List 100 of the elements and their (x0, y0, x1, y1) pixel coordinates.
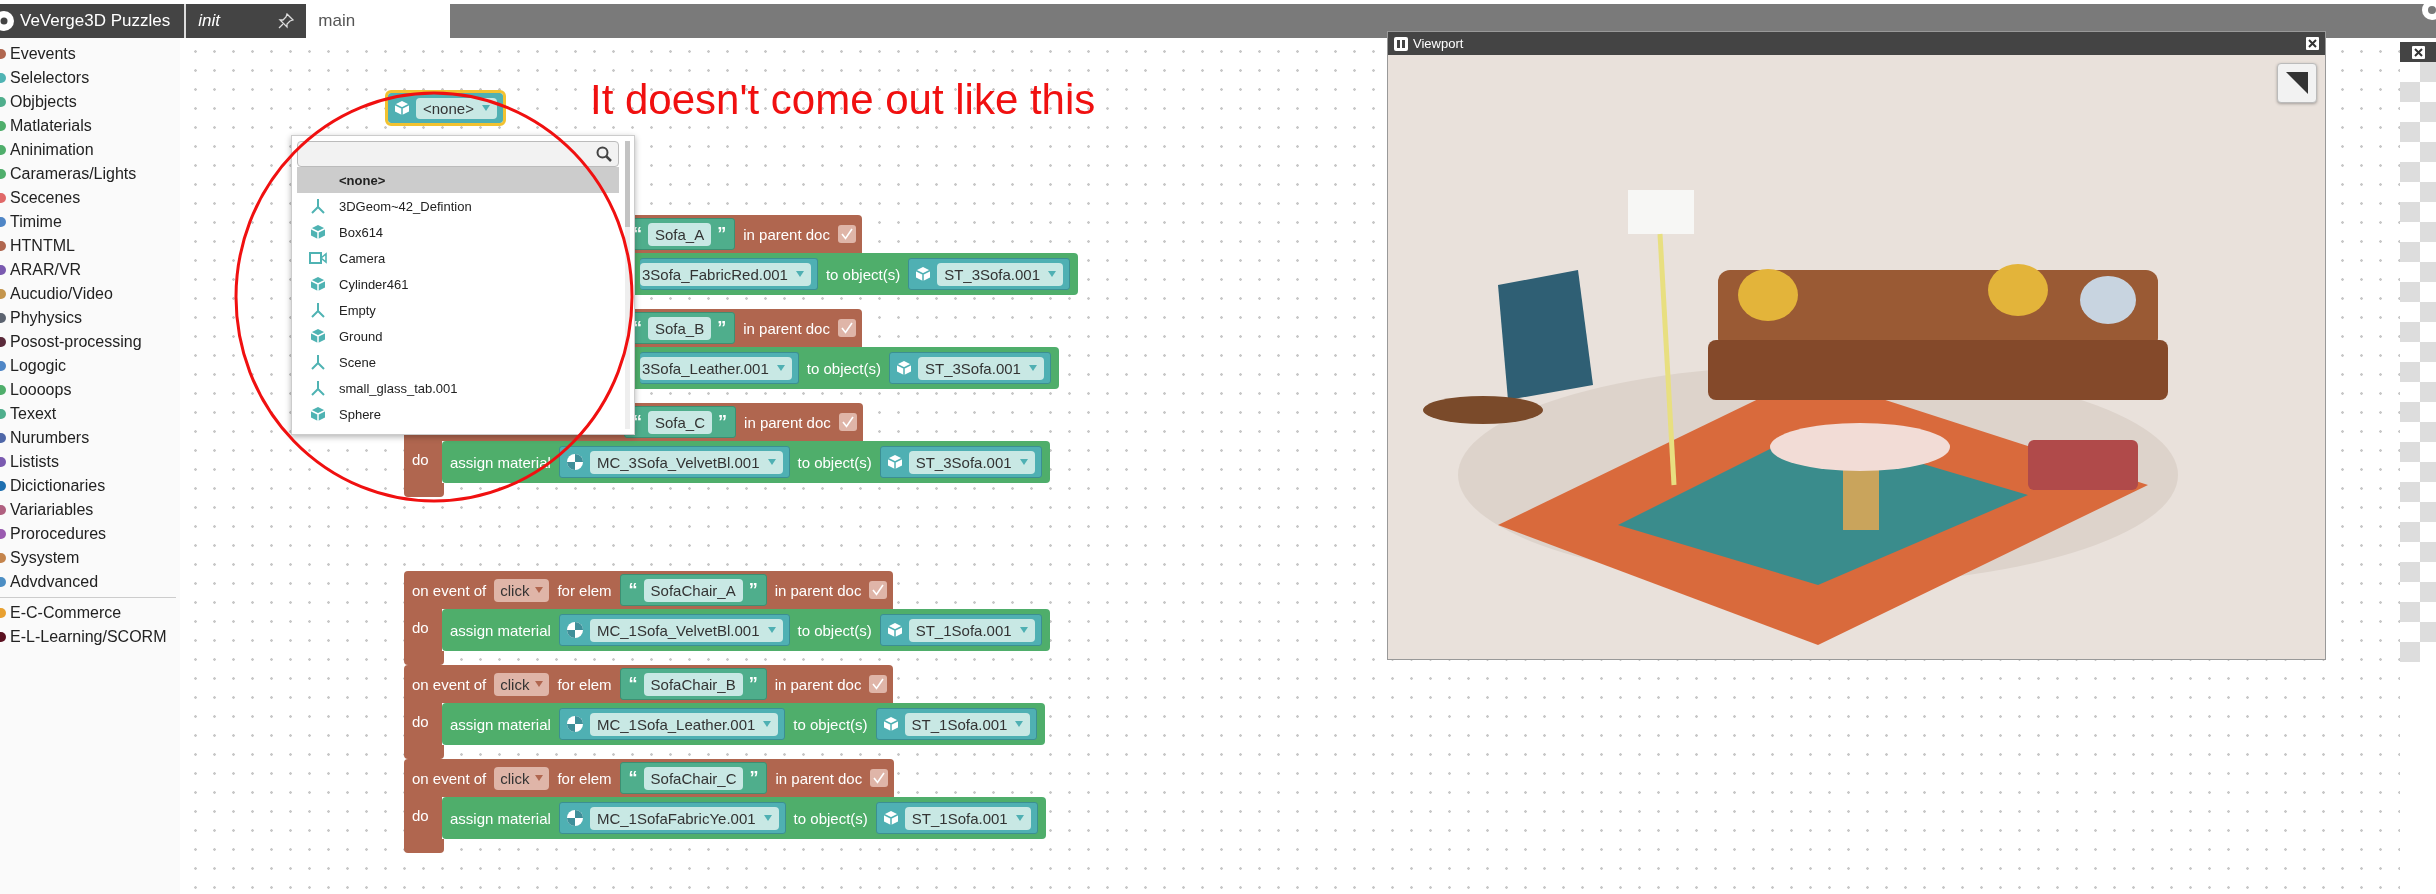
cube-icon (915, 266, 932, 282)
close-icon (2306, 37, 2319, 50)
category-item[interactable]: Logogic (10, 357, 67, 375)
quote-mark: “ (628, 673, 638, 695)
dropdown-item[interactable]: Cylinder461 (297, 271, 619, 297)
tab[interactable]: main (306, 4, 451, 38)
axis-icon (310, 354, 326, 370)
material-dropdown[interactable]: 3Sofa_Leather.001 (640, 356, 792, 380)
category-item[interactable]: Phyhysics (10, 309, 83, 327)
block-label: for elem (557, 675, 612, 693)
category-item[interactable]: Objbjects (10, 93, 77, 111)
object-dropdown[interactable]: ST_3Sofa.001 (937, 262, 1064, 286)
checkbox[interactable] (838, 413, 857, 431)
category-item[interactable]: Carameras/Lights (10, 165, 137, 183)
category-item[interactable]: ARAR/VR (10, 261, 82, 279)
dropdown-item[interactable]: Sphere (297, 401, 619, 427)
text-field[interactable]: SofaChair_C (643, 766, 744, 790)
object-dropdown[interactable]: ST_1Sofa.001 (904, 712, 1031, 736)
checkbox[interactable] (870, 769, 889, 787)
category-item[interactable]: Selelectors (10, 69, 90, 87)
material-ball-icon (565, 621, 584, 639)
check-icon (873, 772, 886, 784)
cube-icon (886, 454, 903, 470)
caret-icon (535, 681, 544, 687)
block-label: in parent doc (743, 225, 830, 243)
event-dropdown[interactable]: click (494, 672, 550, 696)
category-item[interactable]: Aninimation (10, 141, 94, 159)
material-ball-icon (565, 809, 584, 827)
category-item[interactable]: E-L-Learning/SCORM (10, 628, 167, 646)
material-dropdown[interactable]: MC_1Sofa_Leather.001 (589, 712, 779, 736)
category-item[interactable]: Evevents (10, 45, 76, 63)
category-item[interactable]: Advdvanced (10, 573, 99, 591)
category-item[interactable]: Texext (10, 405, 57, 423)
pause-icon (1394, 36, 1408, 51)
dropdown-item[interactable]: Camera (297, 245, 619, 271)
dropdown-item[interactable]: Empty (297, 297, 619, 323)
material-dropdown[interactable]: MC_1SofaFabricYe.001 (589, 806, 779, 830)
object-dropdown[interactable]: ST_3Sofa.001 (918, 356, 1044, 380)
block-label: for elem (557, 769, 612, 787)
text-field[interactable]: Sofa_C (648, 410, 713, 434)
block-label: in parent doc (775, 769, 863, 787)
object-dropdown[interactable]: ST_1Sofa.001 (908, 618, 1035, 642)
category-item[interactable]: Sysystem (10, 549, 80, 567)
close-icon (2411, 45, 2425, 59)
dropdown-item[interactable]: small_glass_tab.001 (297, 375, 619, 401)
block-label: assign material (450, 715, 551, 733)
block-label: assign material (450, 809, 551, 827)
category-item[interactable]: Prorocedures (10, 525, 107, 543)
tab[interactable]: init (186, 4, 307, 38)
search-field[interactable] (297, 141, 619, 167)
caret-icon (763, 815, 772, 821)
fullscreen-button[interactable] (2277, 63, 2317, 103)
material-dropdown[interactable]: MC_1Sofa_VelvetBl.001 (589, 618, 783, 642)
app-title: VeVerge3D Puzzles (20, 11, 171, 31)
event-dropdown[interactable]: click (494, 766, 550, 790)
category-item[interactable]: Loooops (10, 381, 72, 399)
camera-icon (309, 251, 327, 265)
category-item[interactable]: Scecenes (10, 189, 81, 207)
check-icon (872, 584, 885, 596)
text-field[interactable]: SofaChair_A (643, 578, 743, 602)
block-label: in parent doc (743, 319, 830, 337)
category-item[interactable]: Posost-processing (10, 333, 142, 351)
text-field[interactable]: SofaChair_B (643, 672, 743, 696)
cube-icon (310, 276, 326, 292)
category-item[interactable]: Matlaterials (10, 117, 92, 135)
object-dropdown[interactable]: <none> (416, 97, 497, 119)
dropdown-item[interactable]: Box614 (297, 219, 619, 245)
material-ball-icon (565, 453, 584, 471)
dropdown-item[interactable]: 3DGeom~42_Defintion (297, 193, 619, 219)
block-foot (404, 483, 444, 497)
material-dropdown[interactable]: 3Sofa_FabricRed.001 (640, 262, 811, 286)
window-title: Viewport (1413, 36, 1465, 51)
event-dropdown[interactable]: click (494, 578, 550, 602)
category-item[interactable]: Aucudio/Video (10, 285, 113, 303)
dropdown-item[interactable]: <none> (297, 167, 619, 193)
dropdown-item[interactable]: Ground (297, 323, 619, 349)
block-label: to object(s) (825, 265, 901, 283)
category-item[interactable]: Nurumbers (10, 429, 90, 447)
block-label: to object(s) (806, 359, 881, 377)
caret-icon (1019, 459, 1028, 465)
category-item[interactable]: Dicictionaries (10, 477, 106, 495)
category-item[interactable]: Variariables (10, 501, 94, 519)
category-item[interactable]: Listists (10, 453, 59, 471)
checkbox[interactable] (837, 225, 856, 243)
checkbox[interactable] (869, 675, 888, 693)
text-field[interactable]: Sofa_B (648, 316, 712, 340)
text-field[interactable]: Sofa_A (648, 222, 712, 246)
axis-icon (310, 198, 326, 214)
category-item[interactable]: Timime (10, 213, 62, 231)
category-item[interactable]: HTNTML (10, 237, 75, 255)
checkbox[interactable] (837, 319, 856, 337)
object-dropdown[interactable]: ST_1Sofa.001 (904, 806, 1031, 830)
checkbox[interactable] (869, 581, 888, 599)
caret-icon (763, 721, 772, 727)
material-dropdown[interactable]: MC_3Sofa_VelvetBl.001 (589, 450, 783, 474)
quote-mark: ” (718, 411, 728, 433)
dropdown-item[interactable]: Scene (297, 349, 619, 375)
category-item[interactable]: E-C-Commerce (10, 604, 122, 622)
material-ball-icon (565, 715, 584, 733)
object-dropdown[interactable]: ST_3Sofa.001 (908, 450, 1035, 474)
